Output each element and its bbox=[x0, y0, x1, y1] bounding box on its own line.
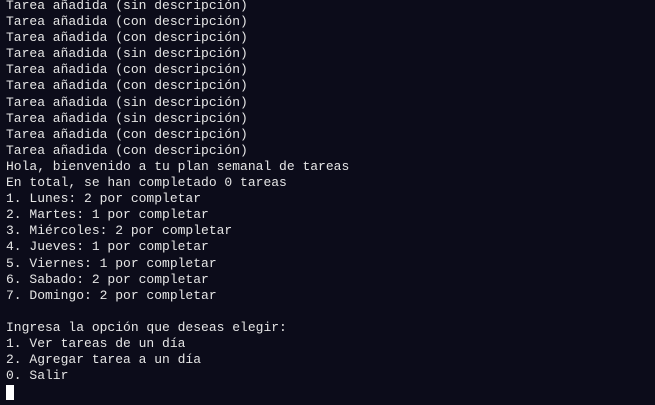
text-cursor[interactable] bbox=[6, 385, 14, 401]
menu-option-line: 1. Ver tareas de un día bbox=[6, 335, 186, 351]
day-summary-line: 2. Martes: 1 por completar bbox=[6, 207, 209, 223]
completed-total-line: En total, se han completado 0 tareas bbox=[6, 175, 287, 191]
log-line: Tarea añadida (con descripción) bbox=[6, 78, 248, 94]
menu-option-line: 0. Salir bbox=[6, 368, 69, 384]
log-line: Tarea añadida (sin descripción) bbox=[6, 46, 248, 62]
day-summary-line: 1. Lunes: 2 por completar bbox=[6, 191, 202, 207]
log-line: Tarea añadida (sin descripción) bbox=[6, 94, 248, 110]
day-summary-line: 5. Viernes: 1 por completar bbox=[6, 255, 217, 271]
day-summary-line: 3. Miércoles: 2 por completar bbox=[6, 223, 233, 239]
log-line: Tarea añadida (con descripción) bbox=[6, 62, 248, 78]
log-line: Tarea añadida (sin descripción) bbox=[6, 110, 248, 126]
day-summary-line: 7. Domingo: 2 por completar bbox=[6, 287, 217, 303]
menu-option-line: 2. Agregar tarea a un día bbox=[6, 352, 202, 368]
terminal-output: Tarea añadida (sin descripción) Tarea añ… bbox=[6, 0, 655, 401]
log-line: Tarea añadida (con descripción) bbox=[6, 14, 248, 30]
day-summary-line: 4. Jueves: 1 por completar bbox=[6, 239, 209, 255]
day-summary-line: 6. Sabado: 2 por completar bbox=[6, 271, 209, 287]
menu-prompt-line: Ingresa la opción que deseas elegir: bbox=[6, 319, 287, 335]
log-line: Tarea añadida (con descripción) bbox=[6, 30, 248, 46]
input-line[interactable] bbox=[6, 384, 655, 401]
log-line: Tarea añadida (sin descripción) bbox=[6, 0, 248, 13]
log-line: Tarea añadida (con descripción) bbox=[6, 126, 248, 142]
welcome-line: Hola, bienvenido a tu plan semanal de ta… bbox=[6, 158, 350, 174]
terminal-window[interactable]: Tarea añadida (sin descripción) Tarea añ… bbox=[0, 0, 655, 405]
log-line: Tarea añadida (con descripción) bbox=[6, 142, 248, 158]
